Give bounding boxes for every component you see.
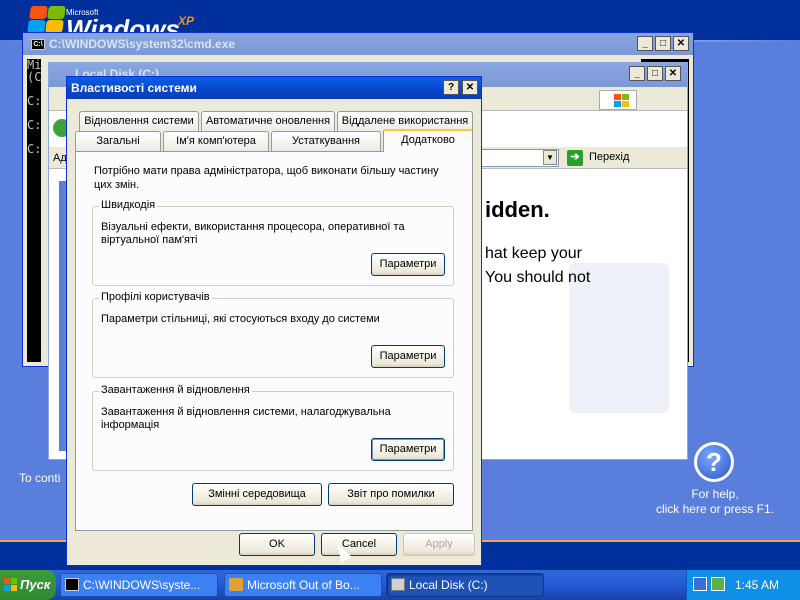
tab-hardware[interactable]: Устаткування [271,131,381,151]
startup-recovery-group-title: Завантаження й відновлення [99,384,252,396]
brand-sup: XP [178,14,195,28]
help-button[interactable]: ? [443,80,459,95]
start-label: Пуск [20,577,51,592]
user-profiles-group-title: Профілі користувачів [99,291,212,303]
startup-recovery-settings-button[interactable]: Параметри [371,438,445,461]
apply-button[interactable]: Apply [403,533,475,556]
help-icon[interactable]: ? [694,442,734,482]
windows-flag-icon [27,4,68,34]
system-tray: 1:45 AM [686,570,800,600]
start-button[interactable]: Пуск [0,570,56,600]
hidden-files-text-2: You should not [485,269,591,286]
user-profiles-description: Параметри стільниці, які стосуються вход… [101,313,380,325]
startup-recovery-description: Завантаження й відновлення системи, нала… [101,406,391,431]
help-line-1: For help, [691,487,739,501]
taskbar: Пуск C:\WINDOWS\syste... Microsoft Out o… [0,570,800,600]
close-button[interactable]: ✕ [665,66,681,81]
console-line: (C [27,70,41,84]
cmd-titlebar[interactable]: C:\ C:\WINDOWS\system32\cmd.exe _ □ ✕ [23,33,693,55]
windows-flag-icon [599,90,637,110]
cmd-icon: C:\ [31,39,45,50]
performance-group: Швидкодія Візуальні ефекти, використання… [92,199,454,286]
admin-note: Потрібно мати права адміністратора, щоб … [94,165,439,191]
help-text[interactable]: For help, click here or press F1. [640,487,790,517]
address-label: Ад [53,152,67,164]
go-label[interactable]: Перехід [589,151,629,163]
task-label: C:\WINDOWS\syste... [83,578,201,592]
startup-recovery-group: Завантаження й відновлення Завантаження … [92,384,454,471]
minimize-button[interactable]: _ [629,66,645,81]
advanced-tab-panel: Потрібно мати права адміністратора, щоб … [75,151,473,531]
tab-automatic-updates[interactable]: Автоматичне оновлення [201,111,335,131]
hidden-files-heading: idden. [485,197,550,222]
system-properties-dialog[interactable]: Властивості системи ? ✕ Відновлення сист… [66,76,482,566]
dialog-title: Властивості системи [71,81,197,95]
close-button[interactable]: ✕ [462,80,478,95]
console-line: C: [27,118,41,132]
dialog-titlebar[interactable]: Властивості системи ? ✕ [67,77,481,99]
maximize-button[interactable]: □ [647,66,663,81]
performance-description: Візуальні ефекти, використання процесора… [101,221,405,246]
network-icon[interactable] [693,577,707,591]
tab-general[interactable]: Загальні [75,131,161,151]
clock[interactable]: 1:45 AM [735,578,779,592]
console-line: C: [27,142,41,156]
drive-icon [391,578,405,591]
tab-remote[interactable]: Віддалене використання [337,111,473,131]
windows-flag-icon [4,578,17,591]
error-reporting-button[interactable]: Звіт про помилки [328,483,454,506]
user-profiles-settings-button[interactable]: Параметри [371,345,445,368]
tab-advanced[interactable]: Додатково [383,129,473,152]
task-oobe[interactable]: Microsoft Out of Bo... [224,573,382,597]
performance-settings-button[interactable]: Параметри [371,253,445,276]
console-line: C: [27,94,41,108]
task-local-disk[interactable]: Local Disk (C:) [386,573,544,597]
cmd-title: C:\WINDOWS\system32\cmd.exe [49,37,236,51]
minimize-button[interactable]: _ [637,36,653,51]
cmd-console-left[interactable]: Mi (C C: C: C: [27,59,41,362]
user-profiles-group: Профілі користувачів Параметри стільниці… [92,291,454,378]
task-label: Local Disk (C:) [409,578,488,592]
cancel-button[interactable]: Cancel [321,533,397,556]
to-continue-text: To conti [19,471,61,485]
go-arrow-icon[interactable]: ➔ [567,150,583,166]
tab-computer-name[interactable]: Ім'я комп'ютера [163,131,269,151]
close-button[interactable]: ✕ [673,36,689,51]
environment-variables-button[interactable]: Змінні середовища [192,483,322,506]
hidden-files-text-1: hat keep your [485,245,582,262]
task-cmd[interactable]: C:\WINDOWS\syste... [60,573,218,597]
tab-system-restore[interactable]: Відновлення системи [79,111,199,131]
oobe-icon [229,578,243,591]
help-line-2: click here or press F1. [655,502,775,516]
address-dropdown[interactable]: ▼ [543,150,557,165]
cmd-icon [65,578,79,591]
maximize-button[interactable]: □ [655,36,671,51]
task-label: Microsoft Out of Bo... [247,578,360,592]
security-icon[interactable] [711,577,725,591]
ok-button[interactable]: OK [239,533,315,556]
performance-group-title: Швидкодія [99,199,158,211]
